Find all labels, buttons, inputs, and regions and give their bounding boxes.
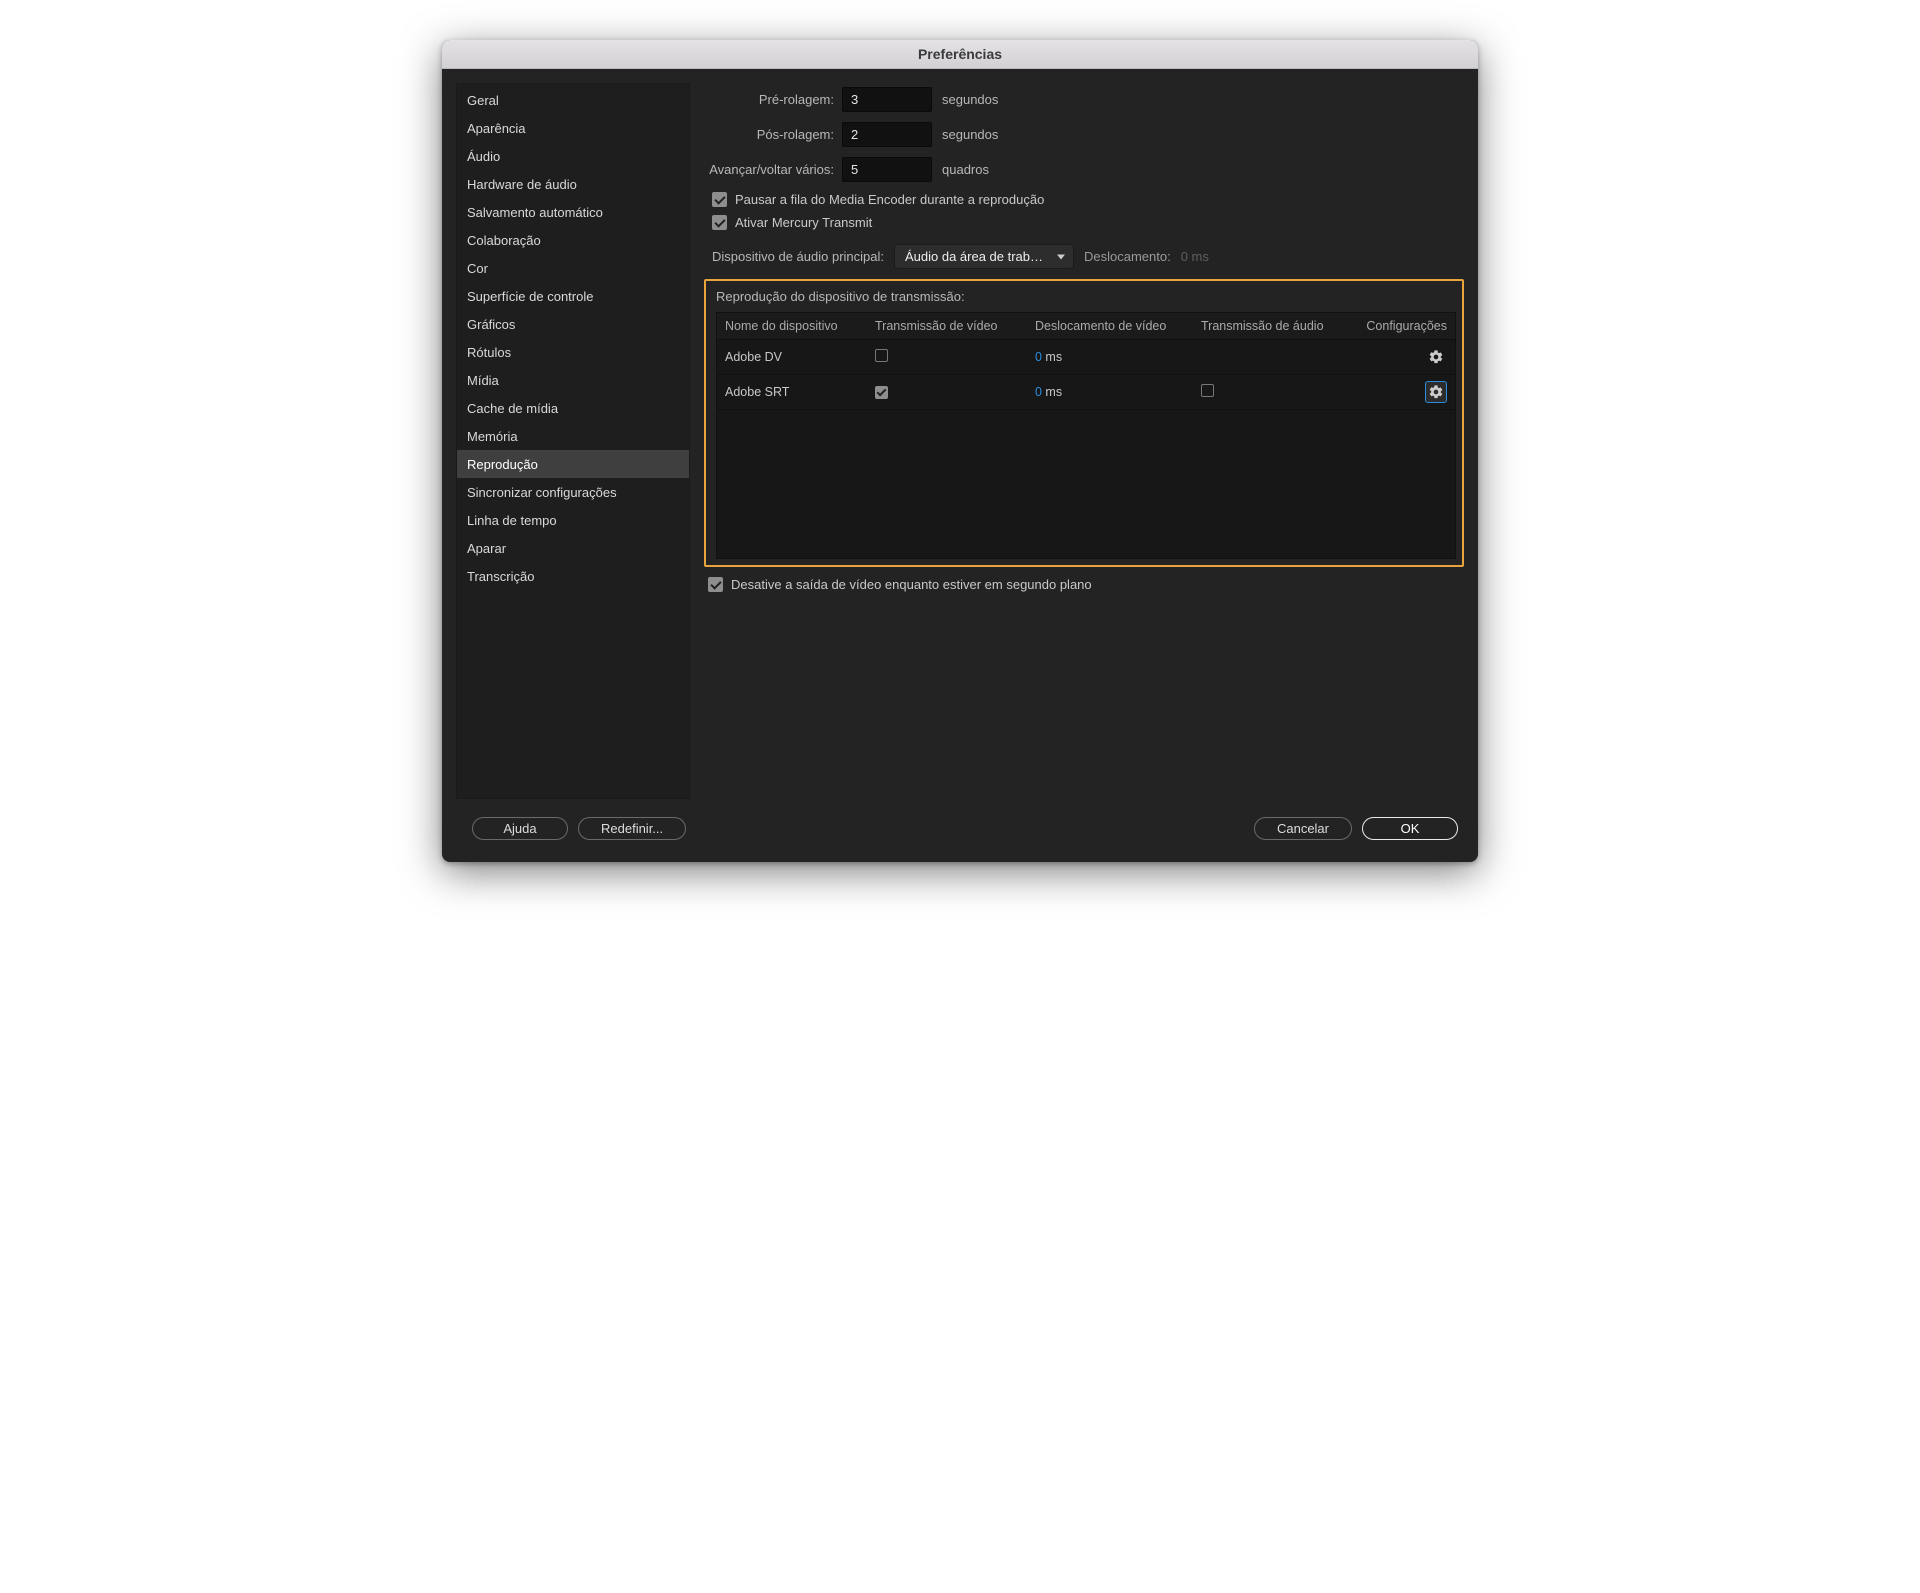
preroll-input[interactable]	[842, 87, 932, 112]
postroll-unit: segundos	[932, 127, 998, 142]
col-video: Transmissão de vídeo	[875, 319, 1035, 333]
gear-icon[interactable]	[1425, 346, 1447, 368]
offset-cell[interactable]: 0 ms	[1035, 385, 1201, 399]
footer: Ajuda Redefinir... Cancelar OK	[442, 799, 1478, 862]
chevron-down-icon	[1057, 254, 1065, 259]
step-row: Avançar/voltar vários: quadros	[704, 157, 1464, 182]
sidebar-item[interactable]: Memória	[457, 422, 689, 450]
col-audio: Transmissão de áudio	[1201, 319, 1363, 333]
sidebar-item[interactable]: Rótulos	[457, 338, 689, 366]
device-name-cell: Adobe DV	[725, 350, 875, 364]
audio-device-dropdown[interactable]: Áudio da área de trabal...	[894, 244, 1074, 269]
sidebar-item[interactable]: Mídia	[457, 366, 689, 394]
sidebar-item[interactable]: Reprodução	[457, 450, 689, 478]
disable-bg-checkbox[interactable]	[708, 577, 723, 592]
sidebar-item[interactable]: Gráficos	[457, 310, 689, 338]
sidebar-item[interactable]: Cache de mídia	[457, 394, 689, 422]
postroll-input[interactable]	[842, 122, 932, 147]
settings-cell	[1363, 346, 1447, 368]
disable-bg-row: Desative a saída de vídeo enquanto estiv…	[708, 577, 1464, 592]
sidebar-item[interactable]: Sincronizar configurações	[457, 478, 689, 506]
window-title: Preferências	[918, 46, 1002, 62]
col-offset: Deslocamento de vídeo	[1035, 319, 1201, 333]
disable-bg-label: Desative a saída de vídeo enquanto estiv…	[731, 577, 1092, 592]
cancel-button[interactable]: Cancelar	[1254, 817, 1352, 840]
sidebar-item[interactable]: Colaboração	[457, 226, 689, 254]
sidebar-item[interactable]: Aparar	[457, 534, 689, 562]
video-checkbox[interactable]	[875, 386, 888, 399]
step-input[interactable]	[842, 157, 932, 182]
offset-label: Deslocamento:	[1084, 249, 1171, 264]
col-settings: Configurações	[1363, 319, 1447, 333]
audio-cell	[1201, 384, 1363, 400]
sidebar-item[interactable]: Aparência	[457, 114, 689, 142]
titlebar: Preferências	[442, 40, 1478, 69]
sidebar-item[interactable]: Geral	[457, 86, 689, 114]
device-grid: Nome do dispositivo Transmissão de vídeo…	[716, 312, 1456, 559]
sidebar-item[interactable]: Transcrição	[457, 562, 689, 590]
reset-button[interactable]: Redefinir...	[578, 817, 686, 840]
mercury-row: Ativar Mercury Transmit	[712, 215, 1464, 230]
gear-icon[interactable]	[1425, 381, 1447, 403]
transmit-panel-title: Reprodução do dispositivo de transmissão…	[716, 289, 1456, 304]
help-button[interactable]: Ajuda	[472, 817, 568, 840]
sidebar-item[interactable]: Cor	[457, 254, 689, 282]
sidebar-item[interactable]: Linha de tempo	[457, 506, 689, 534]
preroll-label: Pré-rolagem:	[704, 92, 842, 107]
audio-checkbox[interactable]	[1201, 384, 1214, 397]
preferences-window: Preferências GeralAparênciaÁudioHardware…	[442, 40, 1478, 862]
pause-encoder-label: Pausar a fila do Media Encoder durante a…	[735, 192, 1044, 207]
sidebar: GeralAparênciaÁudioHardware de áudioSalv…	[456, 83, 690, 799]
pause-encoder-checkbox[interactable]	[712, 192, 727, 207]
window-body: GeralAparênciaÁudioHardware de áudioSalv…	[442, 69, 1478, 799]
grid-header: Nome do dispositivo Transmissão de vídeo…	[717, 313, 1455, 340]
offset-cell[interactable]: 0 ms	[1035, 350, 1201, 364]
content-pane: Pré-rolagem: segundos Pós-rolagem: segun…	[704, 83, 1464, 799]
sidebar-item[interactable]: Salvamento automático	[457, 198, 689, 226]
video-checkbox[interactable]	[875, 349, 888, 362]
video-cell	[875, 385, 1035, 399]
table-row: Adobe SRT 0 ms	[717, 375, 1455, 410]
postroll-row: Pós-rolagem: segundos	[704, 122, 1464, 147]
audio-device-value: Áudio da área de trabal...	[905, 249, 1051, 264]
video-cell	[875, 349, 1035, 365]
sidebar-item[interactable]: Áudio	[457, 142, 689, 170]
transmit-panel: Reprodução do dispositivo de transmissão…	[704, 279, 1464, 567]
step-unit: quadros	[932, 162, 989, 177]
postroll-label: Pós-rolagem:	[704, 127, 842, 142]
audio-device-label: Dispositivo de áudio principal:	[712, 249, 884, 264]
step-label: Avançar/voltar vários:	[704, 162, 842, 177]
sidebar-item[interactable]: Hardware de áudio	[457, 170, 689, 198]
mercury-checkbox[interactable]	[712, 215, 727, 230]
mercury-label: Ativar Mercury Transmit	[735, 215, 872, 230]
preroll-row: Pré-rolagem: segundos	[704, 87, 1464, 112]
offset-value: 0 ms	[1181, 249, 1209, 264]
settings-cell	[1363, 381, 1447, 403]
ok-button[interactable]: OK	[1362, 817, 1458, 840]
table-row: Adobe DV 0 ms	[717, 340, 1455, 375]
sidebar-item[interactable]: Superfície de controle	[457, 282, 689, 310]
pause-encoder-row: Pausar a fila do Media Encoder durante a…	[712, 192, 1464, 207]
col-device-name: Nome do dispositivo	[725, 319, 875, 333]
preroll-unit: segundos	[932, 92, 998, 107]
device-name-cell: Adobe SRT	[725, 385, 875, 399]
audio-device-row: Dispositivo de áudio principal: Áudio da…	[712, 244, 1464, 269]
